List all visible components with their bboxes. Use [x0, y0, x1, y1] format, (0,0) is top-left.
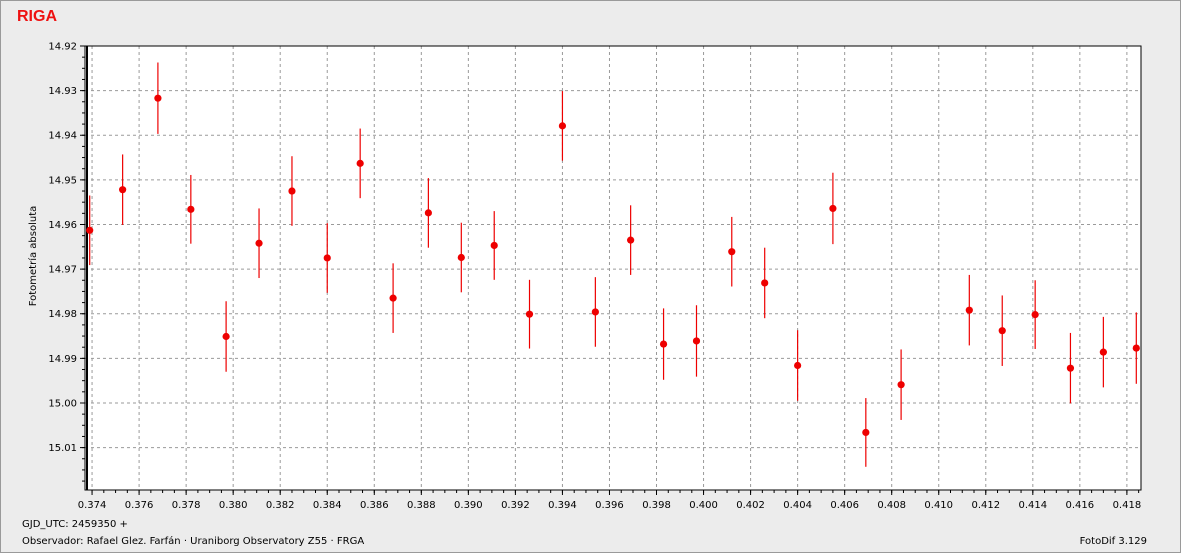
gjd-offset-label: GJD_UTC: 2459350 + [22, 519, 128, 530]
data-point [1099, 348, 1107, 356]
x-tick-label: 0.380 [219, 500, 248, 511]
data-point [119, 186, 127, 194]
data-point [659, 340, 668, 348]
data-point [591, 308, 599, 316]
data-point [862, 428, 870, 437]
data-point [389, 294, 397, 302]
y-tick-label: 14.97 [48, 265, 77, 276]
x-tick-label: 0.384 [313, 500, 342, 511]
x-tick-label: 0.396 [595, 500, 624, 511]
x-tick-label: 0.408 [877, 500, 906, 511]
data-point [558, 122, 567, 130]
x-tick-label: 0.414 [1018, 500, 1047, 511]
x-tick-label: 0.412 [971, 500, 1000, 511]
data-point [965, 306, 973, 314]
y-axis-label: Fotometría absoluta [27, 206, 39, 307]
x-tick-label: 0.410 [924, 500, 953, 511]
data-point [1031, 311, 1039, 319]
data-point [794, 361, 802, 370]
data-point [761, 279, 769, 287]
x-axis-ticks: 0.374 0.376 0.378 0.380 0.382 0.384 0.386 0.388… [78, 490, 1141, 511]
plot-area [85, 46, 1141, 490]
data-point [692, 337, 701, 345]
data-point [356, 159, 364, 167]
x-tick-label: 0.398 [642, 500, 671, 511]
y-tick-label: 14.95 [48, 175, 77, 186]
y-tick-label: 14.96 [48, 220, 77, 231]
data-point [897, 381, 905, 389]
data-point [222, 332, 230, 341]
data-point [424, 209, 432, 217]
x-tick-label: 0.400 [689, 500, 718, 511]
y-tick-label: 14.93 [48, 86, 77, 97]
x-tick-label: 0.390 [454, 500, 483, 511]
y-tick-label: 14.94 [48, 131, 77, 142]
light-curve-chart: 0.374 0.376 0.378 0.380 0.382 0.384 0.386 0.388… [27, 42, 1142, 511]
x-tick-label: 0.378 [172, 500, 201, 511]
data-point [525, 310, 534, 318]
data-point [323, 254, 331, 262]
x-tick-label: 0.418 [1113, 500, 1142, 511]
data-point [627, 236, 635, 244]
data-point [86, 226, 94, 234]
software-version-label: FotoDif 3.129 [1079, 536, 1147, 547]
y-tick-label: 15.00 [48, 398, 77, 409]
data-point [255, 239, 263, 247]
x-tick-label: 0.382 [266, 500, 295, 511]
x-tick-label: 0.394 [548, 500, 577, 511]
x-tick-label: 0.402 [736, 500, 765, 511]
observer-label: Observador: Rafael Glez. Farfán · Uranib… [22, 536, 365, 547]
data-point [1132, 344, 1140, 352]
data-point [288, 187, 296, 195]
x-tick-label: 0.404 [783, 500, 812, 511]
data-point [829, 204, 837, 213]
data-point [154, 94, 162, 102]
data-point [1066, 364, 1075, 372]
data-point [187, 205, 195, 213]
data-point [457, 253, 465, 262]
x-tick-label: 0.388 [407, 500, 436, 511]
y-axis-ticks: 14.92 14.93 14.94 14.95 14.96 14.97 14.98 14.99… [48, 42, 85, 482]
y-tick-label: 14.98 [48, 309, 77, 320]
x-tick-label: 0.392 [501, 500, 530, 511]
x-tick-label: 0.386 [360, 500, 389, 511]
y-tick-label: 14.92 [48, 42, 77, 53]
x-tick-label: 0.374 [78, 500, 107, 511]
y-tick-label: 14.99 [48, 354, 77, 365]
data-point [728, 248, 736, 256]
data-point [998, 327, 1006, 335]
x-tick-label: 0.406 [830, 500, 859, 511]
data-point [490, 241, 498, 250]
x-tick-label: 0.416 [1066, 500, 1095, 511]
x-tick-label: 0.376 [125, 500, 154, 511]
y-tick-label: 15.01 [48, 443, 77, 454]
